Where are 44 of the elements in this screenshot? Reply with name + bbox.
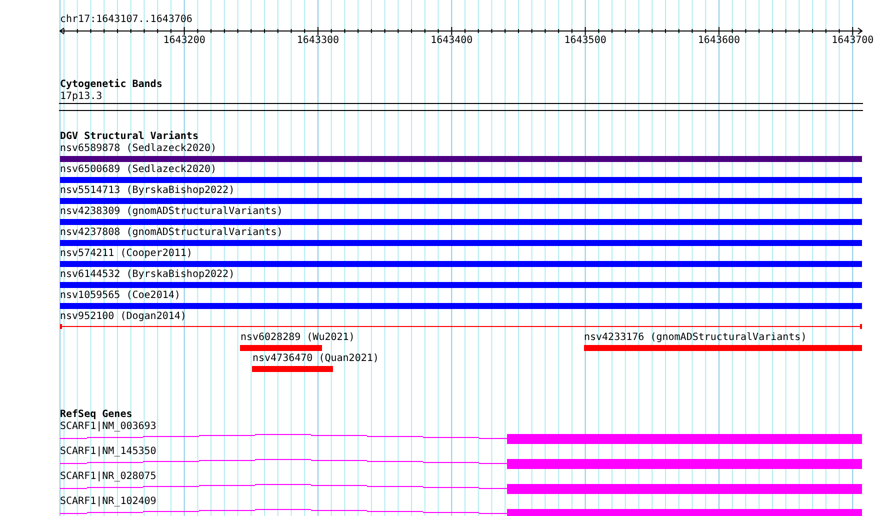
variant-bar[interactable] bbox=[60, 177, 862, 183]
gene-model-drawing[interactable] bbox=[60, 458, 862, 469]
track-title: Cytogenetic Bands bbox=[60, 79, 164, 91]
ruler-label: 1643700 bbox=[832, 35, 874, 47]
variant-label[interactable]: nsv4233176 (gnomADStructuralVariants) bbox=[584, 332, 807, 344]
variant-label[interactable]: nsv574211 (Cooper2011) bbox=[60, 248, 192, 260]
ruler-label: 1643600 bbox=[698, 35, 740, 47]
ruler-label: 1643300 bbox=[296, 35, 340, 47]
cytoband-label[interactable]: 17p13.3 bbox=[60, 91, 890, 103]
variant-bar[interactable] bbox=[60, 261, 862, 267]
variant-label[interactable]: nsv6144532 (ByrskaBishop2022) bbox=[60, 269, 235, 281]
variant-bar[interactable] bbox=[584, 345, 862, 351]
variant-label[interactable]: nsv4736470 (Quan2021) bbox=[252, 353, 379, 365]
gene-label[interactable]: SCARF1|NM_145350 bbox=[60, 446, 890, 458]
variant-bar[interactable] bbox=[240, 345, 322, 351]
gene-model-drawing[interactable] bbox=[60, 508, 862, 516]
variant-line[interactable] bbox=[60, 324, 862, 329]
variant-label[interactable]: nsv6589878 (Sedlazeck2020) bbox=[60, 143, 217, 155]
gene-model-drawing[interactable] bbox=[60, 483, 862, 494]
gene-label[interactable]: SCARF1|NM_003693 bbox=[60, 421, 890, 433]
variant-label[interactable]: nsv5514713 (ByrskaBishop2022) bbox=[60, 185, 235, 197]
variant-bar[interactable] bbox=[60, 282, 862, 288]
variant-label[interactable]: nsv4238309 (gnomADStructuralVariants) bbox=[60, 206, 283, 218]
gene-label[interactable]: SCARF1|NR_102409 bbox=[60, 496, 890, 508]
variant-bar[interactable] bbox=[252, 366, 333, 372]
variant-label[interactable]: nsv952100 (Dogan2014) bbox=[60, 311, 186, 323]
variant-label[interactable]: nsv1059565 (Coe2014) bbox=[60, 290, 180, 302]
variant-bar[interactable] bbox=[60, 198, 862, 204]
ruler-label: 1643500 bbox=[564, 35, 606, 47]
track-title: DGV Structural Variants bbox=[60, 131, 200, 143]
cytoband-bar[interactable] bbox=[59, 103, 863, 111]
gene-label[interactable]: SCARF1|NR_028075 bbox=[60, 471, 890, 483]
variant-label[interactable]: nsv6500689 (Sedlazeck2020) bbox=[60, 164, 217, 176]
ruler-label: 1643400 bbox=[430, 35, 473, 47]
variant-bar[interactable] bbox=[60, 156, 862, 162]
variant-bar[interactable] bbox=[60, 219, 862, 225]
variant-bar[interactable] bbox=[60, 240, 862, 246]
variant-label[interactable]: nsv4237808 (gnomADStructuralVariants) bbox=[60, 227, 283, 239]
variant-bar[interactable] bbox=[60, 303, 862, 309]
location-label: chr17:1643107..1643706 bbox=[60, 14, 194, 26]
track-title: RefSeq Genes bbox=[60, 409, 134, 421]
ruler-label: 1643200 bbox=[163, 35, 206, 47]
variant-label[interactable]: nsv6028289 (Wu2021) bbox=[240, 332, 355, 344]
gene-model-drawing[interactable] bbox=[60, 433, 862, 444]
